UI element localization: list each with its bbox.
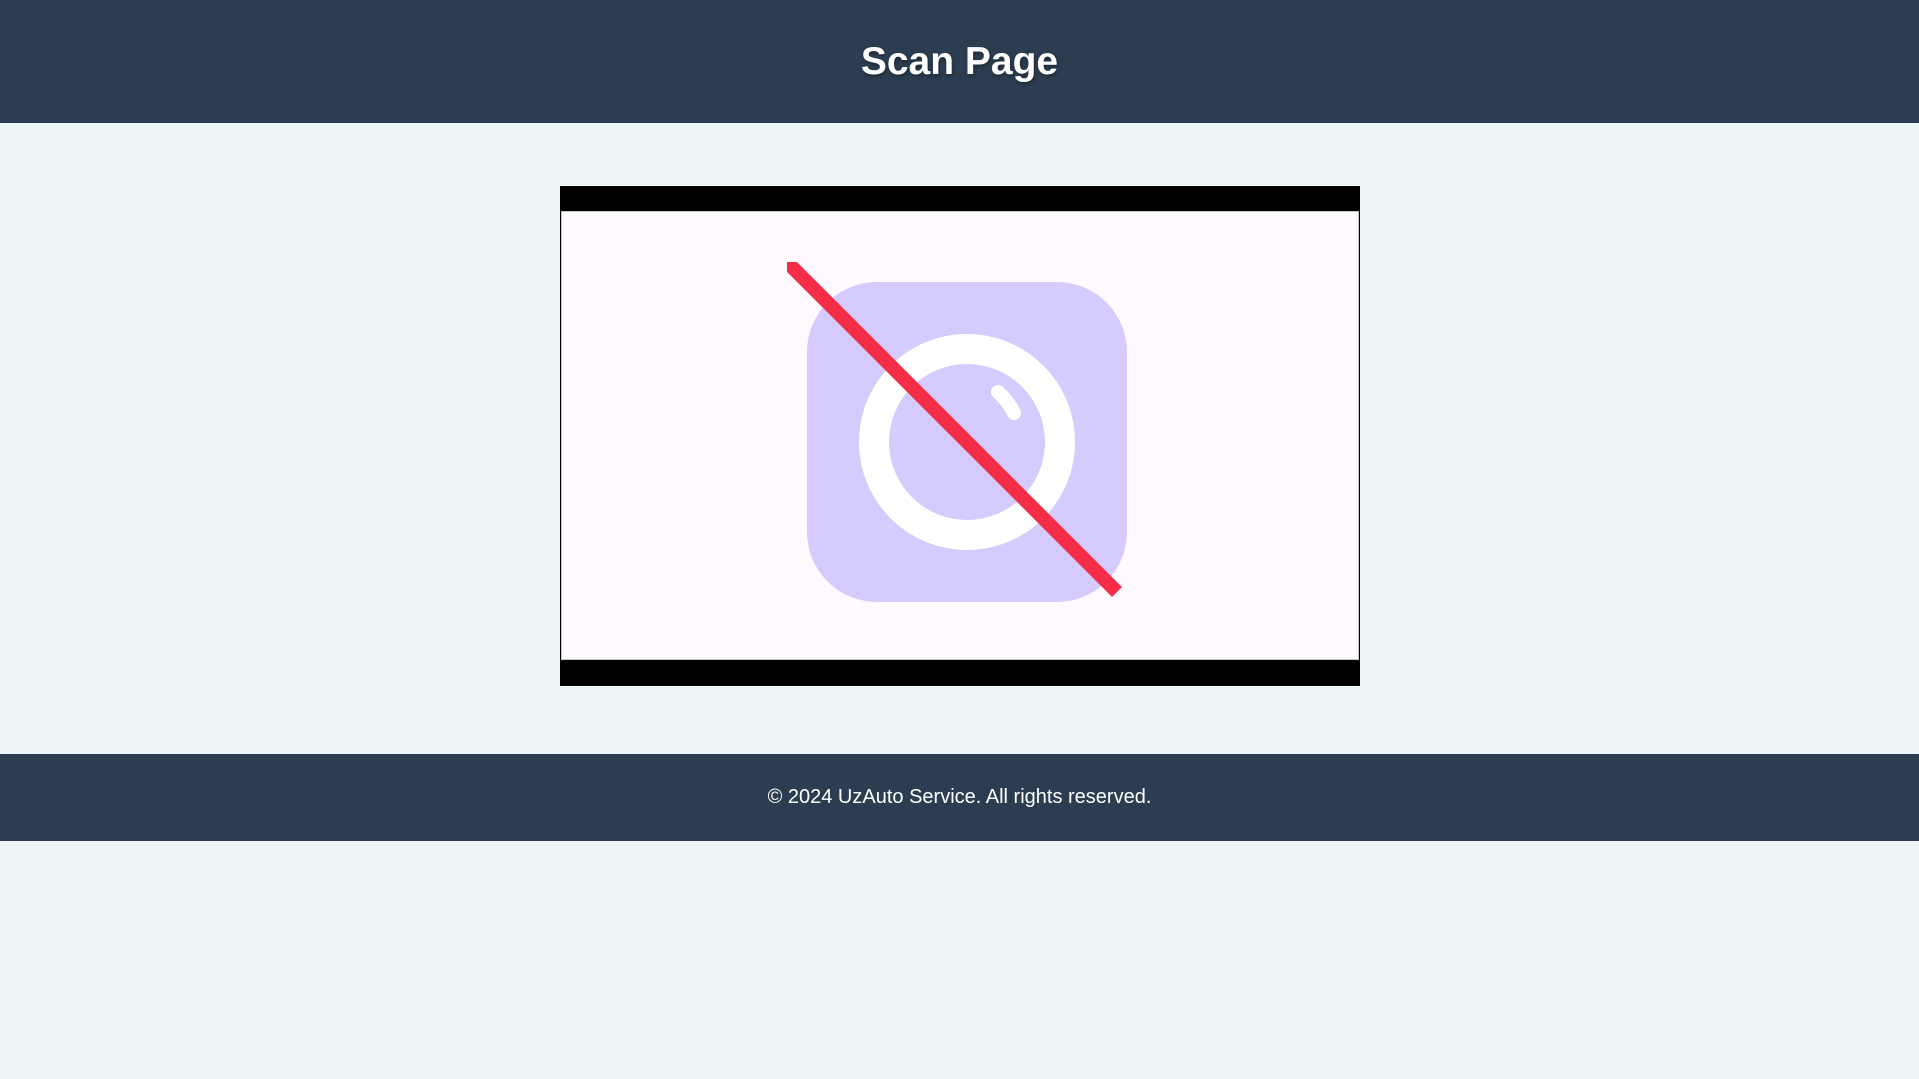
copyright-text: © 2024 UzAuto Service. All rights reserv… <box>767 786 1152 808</box>
page-title: Scan Page <box>860 39 1059 83</box>
page-header: Scan Page <box>0 0 1919 123</box>
camera-off-icon <box>787 262 1127 602</box>
video-frame <box>560 186 1360 686</box>
camera-view <box>561 211 1359 660</box>
page-footer: © 2024 UzAuto Service. All rights reserv… <box>0 754 1919 841</box>
